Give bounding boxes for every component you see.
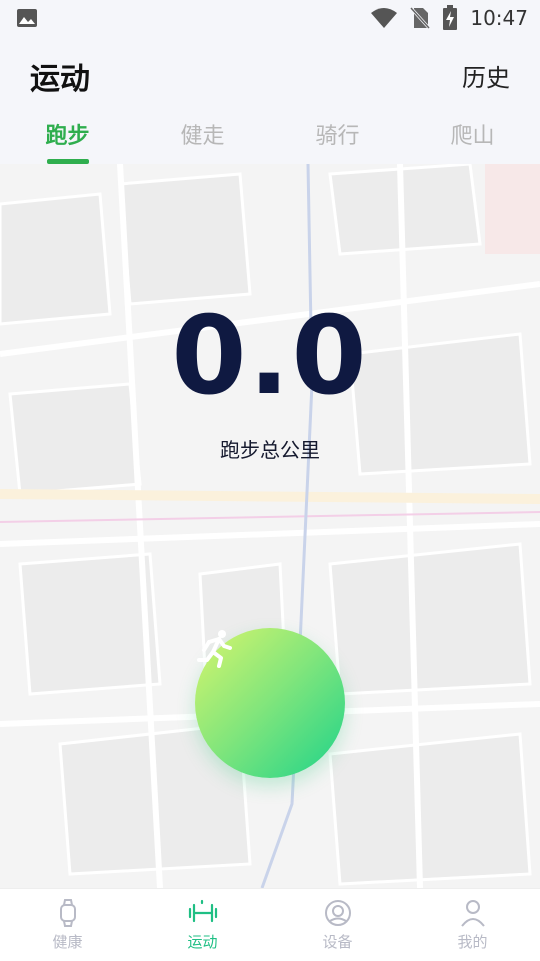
running-person-icon: [197, 630, 232, 668]
tab-climbing[interactable]: 爬山: [405, 118, 540, 164]
sport-tabs: 跑步 健走 骑行 爬山: [0, 118, 540, 164]
total-distance-value: 0.0: [171, 294, 369, 419]
tab-walking[interactable]: 健走: [135, 118, 270, 164]
nav-mine[interactable]: 我的: [405, 889, 540, 961]
tab-label: 跑步: [45, 124, 90, 149]
no-sim-icon: [410, 6, 431, 30]
nav-sport[interactable]: 运动: [135, 889, 270, 961]
tab-running[interactable]: 跑步: [0, 118, 135, 164]
nav-label: 健康: [52, 933, 83, 951]
header: 运动 历史 跑步 健走 骑行 爬山: [0, 36, 540, 164]
map-view[interactable]: 0.0 跑步总公里: [0, 164, 540, 888]
nav-label: 我的: [457, 933, 488, 951]
nav-device[interactable]: 设备: [270, 889, 405, 961]
battery-charging-icon: [443, 5, 458, 30]
nav-label: 设备: [322, 933, 353, 951]
tab-label: 骑行: [315, 124, 360, 149]
person-icon: [460, 900, 485, 927]
status-time: 10:47: [470, 6, 528, 30]
image-icon: [17, 9, 37, 27]
tab-cycling[interactable]: 骑行: [270, 118, 405, 164]
wifi-icon: [371, 8, 398, 28]
dumbbell-icon: [188, 899, 217, 923]
tab-label: 健走: [180, 124, 225, 149]
map-background: [0, 164, 540, 888]
total-distance-label: 跑步总公里: [220, 438, 320, 462]
status-bar: 10:47: [0, 0, 540, 36]
watch-icon: [59, 899, 76, 927]
page-title: 运动: [30, 62, 90, 97]
history-button[interactable]: 历史: [462, 58, 510, 93]
tab-label: 爬山: [450, 124, 495, 149]
nav-health[interactable]: 健康: [0, 889, 135, 961]
nav-label: 运动: [187, 933, 218, 951]
start-run-button[interactable]: [195, 628, 345, 778]
device-icon: [324, 900, 351, 926]
bottom-nav: 健康 运动 设备 我的: [0, 888, 540, 961]
